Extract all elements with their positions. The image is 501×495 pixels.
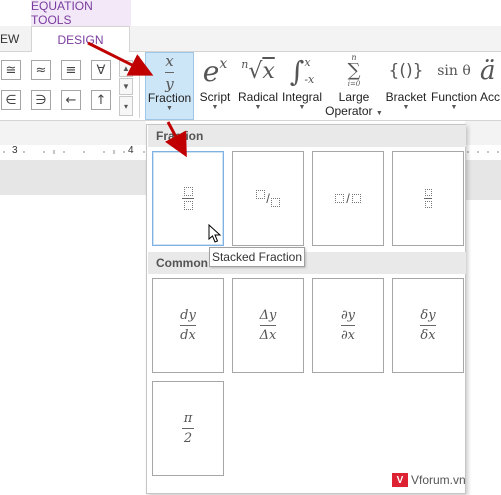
accent-label: Acc xyxy=(480,90,501,104)
tile-num: δy xyxy=(420,308,436,323)
chevron-down-icon: ▼ xyxy=(166,105,173,112)
tile-den: ∂x xyxy=(340,328,356,343)
tile-den: dx xyxy=(180,328,196,343)
script-icon-base: e xyxy=(202,54,220,88)
sum-icon: n ∑ i=0 xyxy=(347,53,361,89)
fraction-pi-over-2-tile[interactable]: π2 xyxy=(152,381,224,476)
tile-den: δx xyxy=(420,328,436,343)
fraction-icon-den: y xyxy=(165,74,174,93)
chevron-down-icon: ▼ xyxy=(211,104,219,111)
equation-tools-label: EQUATION TOOLS xyxy=(31,0,131,27)
symbol-up-arrow[interactable]: ↑ xyxy=(91,90,111,110)
bracket-label: Bracket xyxy=(385,90,427,104)
ribbon-collapsed-area xyxy=(0,121,146,145)
integral-icon-upper: x xyxy=(304,56,311,69)
tab-design[interactable]: DESIGN xyxy=(31,26,130,52)
gallery-scroll-up-icon[interactable]: ▲ xyxy=(119,60,133,77)
bracket-icon: {()} xyxy=(388,61,424,81)
script-label: Script xyxy=(199,90,231,104)
ribbon-separator xyxy=(139,56,140,118)
linear-fraction-tile[interactable]: / xyxy=(312,151,384,246)
script-icon: ex xyxy=(203,52,227,90)
ruler-mark-3: 3 xyxy=(12,145,18,156)
integral-icon: ∫ x -x xyxy=(289,54,315,88)
symbol-identical[interactable]: ≡ xyxy=(61,60,81,80)
tab-view[interactable]: EW xyxy=(0,26,20,51)
tile-num: π xyxy=(183,411,193,426)
function-icon: sin θ xyxy=(437,63,471,79)
fraction-label: Fraction xyxy=(147,91,192,105)
tile-den: 2 xyxy=(183,431,193,446)
script-icon-sup: x xyxy=(219,56,228,72)
skewed-fraction-tile[interactable]: / xyxy=(232,151,304,246)
fraction-icon-num: x xyxy=(165,51,174,70)
ruler-mark-4: 4 xyxy=(128,145,134,156)
accent-icon: ä xyxy=(480,56,496,86)
tile-num: Δy xyxy=(259,308,277,323)
integral-icon-lower: -x xyxy=(304,73,315,86)
symbol-approx-equal[interactable]: ≅ xyxy=(1,60,21,80)
chevron-down-icon: ▼ xyxy=(298,104,306,111)
fraction-dy-dx-tile[interactable]: dy dx xyxy=(152,278,224,373)
large-operator-button[interactable]: n ∑ i=0 Large Operator ▼ xyxy=(325,52,383,120)
symbol-for-all[interactable]: ∀ xyxy=(91,60,111,80)
fraction-delta-tile[interactable]: Δy Δx xyxy=(232,278,304,373)
radical-icon-index: n xyxy=(241,58,249,71)
gallery-scroll-down-icon[interactable]: ▼ xyxy=(119,78,133,95)
chevron-down-icon: ▼ xyxy=(254,104,262,111)
large-operator-label-2-text: Operator xyxy=(325,104,373,118)
script-button[interactable]: ex Script ▼ xyxy=(197,52,233,120)
radical-icon-arg: x xyxy=(262,58,275,84)
small-fraction-tile[interactable] xyxy=(392,151,464,246)
watermark-text: Vforum.vn xyxy=(411,473,466,487)
ruler: 3 4 xyxy=(0,145,150,159)
bracket-button[interactable]: {()} Bracket ▼ xyxy=(384,52,428,120)
tooltip: Stacked Fraction xyxy=(209,247,305,267)
sum-icon-lower: i=0 xyxy=(347,80,361,88)
watermark-logo-icon: V xyxy=(392,473,408,487)
fraction-partial-tile[interactable]: ∂y ∂x xyxy=(312,278,384,373)
accent-button[interactable]: ä Acc xyxy=(480,52,501,120)
ribbon-collapsed-area-right xyxy=(465,121,501,145)
large-operator-label-2: Operator ▼ xyxy=(325,104,383,118)
tile-num: ∂y xyxy=(340,308,356,323)
gallery-header-common: Common xyxy=(148,252,466,274)
chevron-down-icon: ▼ xyxy=(402,104,410,111)
watermark: V Vforum.vn xyxy=(392,470,466,490)
fraction-small-delta-tile[interactable]: δy δx xyxy=(392,278,464,373)
tile-den: Δx xyxy=(259,328,277,343)
symbol-almost-equal[interactable]: ≈ xyxy=(31,60,51,80)
chevron-down-icon: ▼ xyxy=(375,110,383,117)
chevron-down-icon: ▼ xyxy=(450,104,458,111)
function-label: Function xyxy=(430,90,478,104)
integral-label: Integral xyxy=(281,90,323,104)
symbol-left-arrow[interactable]: ← xyxy=(61,90,81,110)
gallery-more-icon[interactable]: ▾ xyxy=(119,96,133,116)
fraction-button[interactable]: x y Fraction ▼ xyxy=(145,52,194,120)
document-margin xyxy=(0,160,150,195)
document-margin-right xyxy=(462,160,501,200)
symbol-contains[interactable]: ∋ xyxy=(31,90,51,110)
radical-label: Radical xyxy=(237,90,279,104)
gallery-header-fraction: Fraction xyxy=(148,125,466,147)
fraction-icon: x y xyxy=(165,51,174,93)
function-button[interactable]: sin θ Function ▼ xyxy=(429,52,479,120)
radical-button[interactable]: n √ x Radical ▼ xyxy=(237,52,279,120)
tile-num: dy xyxy=(180,308,196,323)
large-operator-label: Large xyxy=(338,90,370,104)
integral-button[interactable]: ∫ x -x Integral ▼ xyxy=(281,52,323,120)
symbol-element-of[interactable]: ∈ xyxy=(1,90,21,110)
mouse-cursor-icon xyxy=(208,224,222,243)
radical-icon: n √ x xyxy=(241,58,275,84)
ruler-right xyxy=(462,145,501,159)
